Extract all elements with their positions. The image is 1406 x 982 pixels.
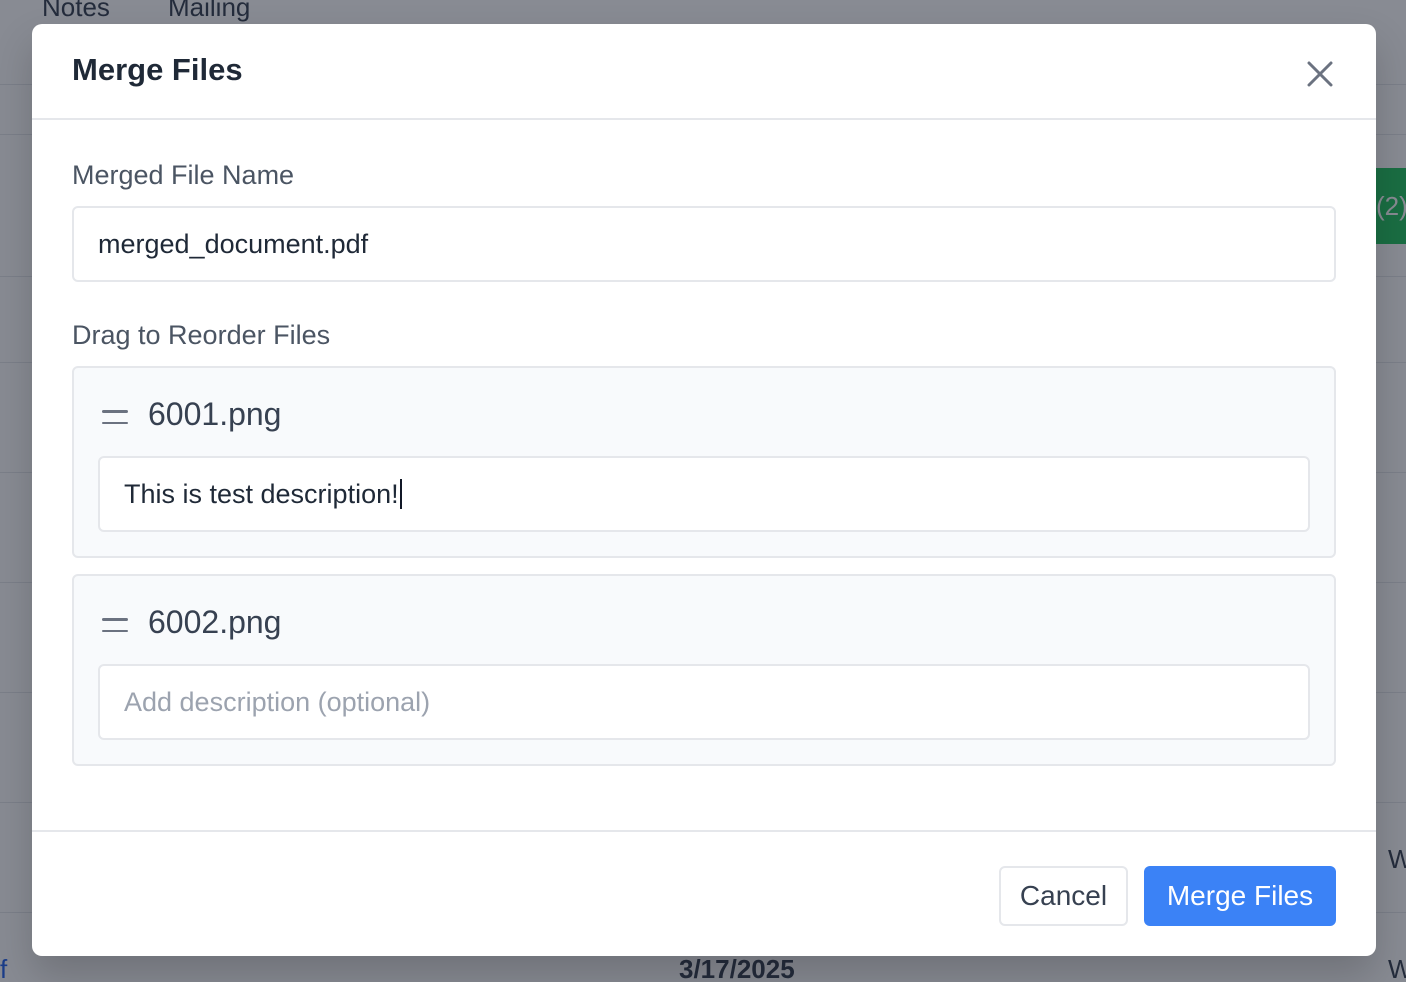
merged-file-name-input[interactable] [72, 206, 1336, 282]
dialog-title: Merge Files [72, 52, 243, 87]
merge-files-button[interactable]: Merge Files [1144, 866, 1336, 926]
drag-handle-icon[interactable] [102, 618, 128, 632]
dialog-header: Merge Files [32, 24, 1376, 120]
dialog-footer: Cancel Merge Files [32, 830, 1376, 956]
file-description-input[interactable] [98, 664, 1310, 740]
close-icon [1307, 61, 1333, 87]
reorder-files-label: Drag to Reorder Files [72, 320, 331, 350]
cancel-button[interactable]: Cancel [999, 866, 1128, 926]
drag-handle-icon[interactable] [102, 410, 128, 424]
file-name: 6002.png [148, 604, 282, 640]
close-button[interactable] [1300, 54, 1340, 94]
merge-files-dialog: Merge Files Merged File Name Drag to Reo… [32, 24, 1376, 956]
file-description-value: This is test description! [124, 478, 399, 509]
text-caret [399, 479, 402, 509]
file-card[interactable]: 6001.png This is test description! [72, 366, 1336, 558]
file-card[interactable]: 6002.png [72, 574, 1336, 766]
file-description-input[interactable]: This is test description! [98, 456, 1310, 532]
file-name: 6001.png [148, 396, 282, 432]
merged-file-name-label: Merged File Name [72, 160, 295, 190]
